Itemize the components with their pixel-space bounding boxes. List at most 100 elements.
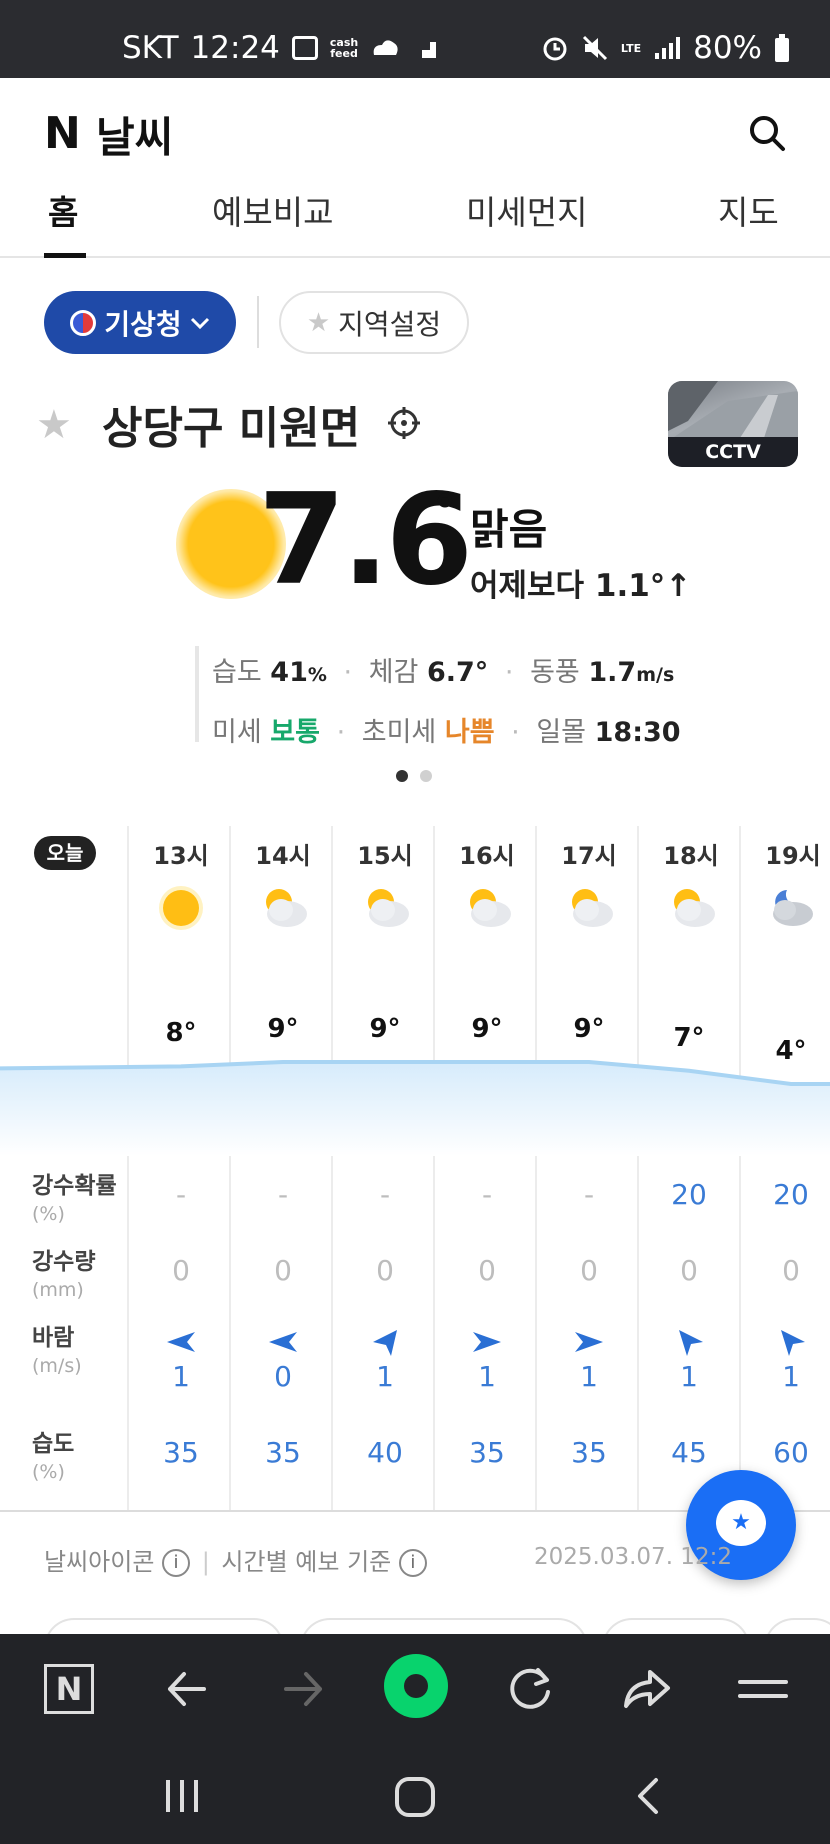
chat-bubble-icon: ★ [716, 1500, 766, 1546]
wind-value: 1.7 [588, 657, 637, 688]
star-icon: ★ [731, 1510, 751, 1535]
battery-icon [775, 34, 789, 62]
fine-dust-value[interactable]: 보통 [270, 717, 320, 748]
precip-prob-row-label: 강수확률 (%) [32, 1172, 117, 1228]
precip-cell: 0 [172, 1254, 190, 1287]
precip-cell: 0 [680, 1254, 698, 1287]
favorite-star-icon[interactable]: ★ [36, 402, 72, 448]
precip-label: 강수량 [32, 1249, 96, 1275]
tab-map[interactable]: 지도 [718, 186, 779, 234]
recent-apps-icon[interactable] [162, 1776, 202, 1816]
alarm-icon [543, 37, 567, 61]
ultra-fine-dust-value[interactable]: 나쁨 [445, 717, 495, 748]
carousel-dot[interactable] [420, 770, 432, 782]
precip-prob-cell: - [175, 1178, 187, 1211]
feels-like-label: 체감 [368, 657, 419, 688]
search-icon[interactable] [748, 114, 786, 152]
humidity-cell: 35 [571, 1436, 607, 1469]
browser-toolbar: N [0, 1634, 830, 1744]
info-icon[interactable]: i [162, 1549, 191, 1577]
clock: 12:24 [190, 30, 280, 66]
stairs-icon [414, 42, 437, 58]
menu-icon[interactable] [736, 1662, 790, 1716]
wind-cell: 1 [680, 1360, 698, 1393]
humidity-cell: 40 [367, 1436, 403, 1469]
naver-home-button[interactable]: N [44, 1664, 94, 1714]
region-settings-label: 지역설정 [338, 307, 442, 341]
precip-row-label: 강수량 (mm) [32, 1248, 95, 1304]
naver-logo[interactable]: N [44, 108, 81, 159]
home-icon[interactable] [394, 1776, 436, 1818]
northwest-arrow-icon [781, 1330, 805, 1356]
provider-label: 기상청 [104, 307, 182, 341]
precip-cell: 0 [580, 1254, 598, 1287]
kma-logo-icon [70, 309, 97, 336]
wind-cell: 1 [172, 1360, 190, 1393]
back-icon[interactable] [632, 1776, 662, 1816]
divider [257, 296, 259, 348]
weather-condition: 맑음 [470, 505, 548, 554]
hourly-temp: 9° [471, 1014, 503, 1044]
tab-forecast-compare[interactable]: 예보비교 [212, 186, 333, 234]
humidity-label: 습도 [212, 657, 262, 688]
precip-prob-cell: 20 [773, 1178, 809, 1211]
forward-arrow-icon[interactable] [276, 1662, 330, 1716]
weather-icon-info-label[interactable]: 날씨아이콘 [44, 1548, 154, 1576]
hourly-forecast[interactable]: 오늘 13시 14시 15시 16시 17시 18시 19시 8° 9° 9° … [0, 826, 830, 1512]
mute-icon [582, 35, 607, 61]
wind-cell: 1 [580, 1360, 598, 1393]
current-location-icon[interactable] [386, 405, 422, 441]
info-icon[interactable]: i [398, 1549, 427, 1577]
carousel-dot[interactable] [396, 770, 408, 782]
green-dot-button[interactable] [384, 1654, 448, 1718]
partly-cloudy-icon [266, 889, 307, 927]
refresh-icon[interactable] [504, 1662, 558, 1716]
precip-prob-cell: - [481, 1178, 493, 1211]
humidity-row-unit: (%) [32, 1461, 65, 1483]
precip-prob-cell: - [379, 1178, 391, 1211]
wind-cell: 1 [376, 1360, 394, 1393]
precip-cell: 0 [376, 1254, 394, 1287]
cashfeed-icon: cash feed [330, 37, 358, 59]
east-arrow-icon [575, 1332, 603, 1352]
fine-dust-label: 미세 [212, 717, 262, 748]
location-name[interactable]: 상당구 미원면 [102, 392, 360, 456]
tab-fine-dust[interactable]: 미세먼지 [466, 186, 587, 234]
wind-cell: 0 [274, 1360, 292, 1393]
sun-icon [159, 886, 203, 930]
separator: · [343, 657, 353, 688]
tab-home[interactable]: 홈 [48, 186, 78, 234]
cctv-button[interactable]: CCTV [668, 381, 798, 467]
provider-select-button[interactable]: 기상청 [44, 291, 236, 354]
cctv-thumbnail [668, 381, 798, 441]
hour-label: 16시 [459, 842, 515, 870]
details-row-2: 미세 보통 · 초미세 나쁨 · 일몰 18:30 [212, 710, 681, 749]
cctv-label: CCTV [668, 437, 798, 467]
chevron-down-icon [190, 317, 209, 329]
details-row-1: 습도 41% · 체감 6.7° · 동풍 1.7m/s [212, 650, 674, 689]
back-arrow-icon[interactable] [160, 1662, 214, 1716]
wind-cell: 1 [782, 1360, 800, 1393]
humidity-cell: 60 [773, 1436, 809, 1469]
partly-cloudy-icon [674, 889, 715, 927]
region-settings-button[interactable]: ★ 지역설정 [279, 291, 469, 354]
status-bar: SKT 12:24 cash feed LTE 80% [0, 0, 830, 78]
feels-like-value: 6.7° [426, 657, 489, 688]
battery-percent: 80% [693, 30, 762, 66]
hourly-temp: 9° [573, 1014, 605, 1044]
forecast-basis-label[interactable]: 시간별 예보 기준 [221, 1548, 391, 1576]
wind-label: 동풍 [530, 657, 580, 688]
humidity-cell: 35 [265, 1436, 301, 1469]
ultra-fine-dust-label: 초미세 [361, 717, 437, 748]
gallery-icon [291, 36, 318, 60]
today-badge: 오늘 [34, 836, 96, 870]
precip-cell: 0 [274, 1254, 292, 1287]
hour-label: 19시 [765, 842, 821, 870]
carousel-indicator [396, 770, 432, 782]
hourly-temp: 9° [369, 1014, 401, 1044]
separator: · [336, 717, 346, 748]
share-icon[interactable] [620, 1662, 674, 1716]
app-title[interactable]: 날씨 [96, 104, 173, 165]
forecast-timestamp: 2025.03.07. 12:2 [534, 1544, 732, 1570]
precip-unit: (mm) [32, 1279, 84, 1301]
